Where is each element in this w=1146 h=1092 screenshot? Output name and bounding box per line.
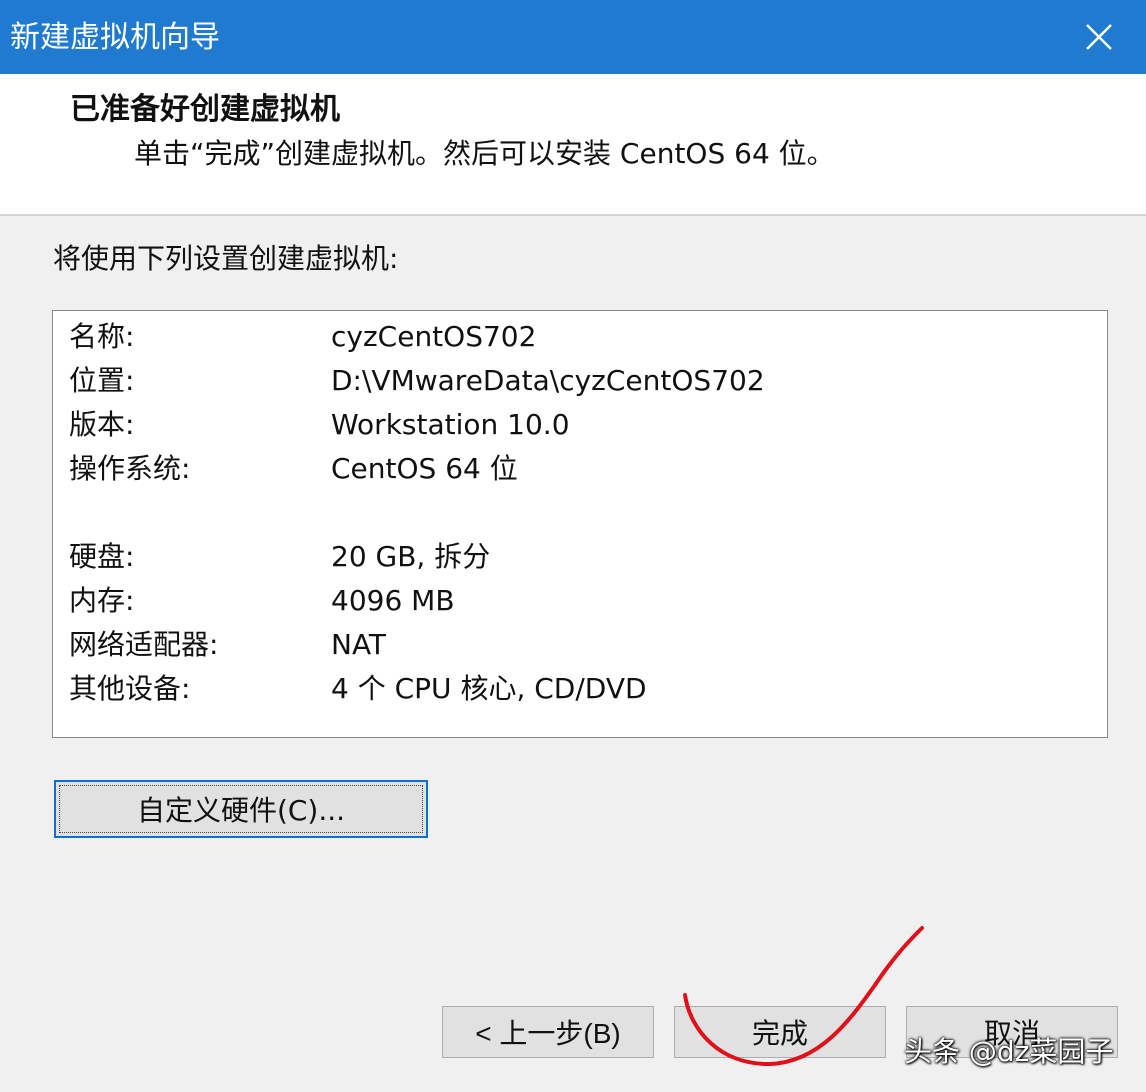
- window-title: 新建虚拟机向导: [10, 20, 220, 55]
- focus-ring: [59, 785, 423, 833]
- customize-hardware-button[interactable]: 自定义硬件(C)...: [54, 780, 428, 838]
- summary-value: cyzCentOS702: [331, 320, 537, 353]
- close-icon: [1086, 24, 1112, 50]
- settings-summary-box: 名称: cyzCentOS702 位置: D:\VMwareData\cyzCe…: [52, 310, 1108, 738]
- summary-value: 20 GB, 拆分: [331, 540, 491, 573]
- title-bar[interactable]: 新建虚拟机向导: [0, 0, 1146, 74]
- summary-key: 硬盘:: [69, 540, 135, 573]
- body-panel: 将使用下列设置创建虚拟机: 名称: cyzCentOS702 位置: D:\VM…: [0, 216, 1146, 1092]
- finish-button[interactable]: 完成: [674, 1006, 886, 1058]
- summary-value: D:\VMwareData\cyzCentOS702: [331, 364, 765, 397]
- header-panel: 已准备好创建虚拟机 单击“完成”创建虚拟机。然后可以安装 CentOS 64 位…: [0, 74, 1146, 216]
- summary-row: 版本: Workstation 10.0: [69, 405, 1089, 445]
- summary-row: 网络适配器: NAT: [69, 625, 1089, 665]
- back-button-label: < 上一步(B): [475, 1018, 621, 1049]
- new-vm-wizard-dialog: 新建虚拟机向导 已准备好创建虚拟机 单击“完成”创建虚拟机。然后可以安装 Cen…: [0, 0, 1146, 1092]
- summary-row: 位置: D:\VMwareData\cyzCentOS702: [69, 361, 1089, 401]
- summary-key: 操作系统:: [69, 452, 191, 485]
- summary-key: 版本:: [69, 408, 135, 441]
- page-subtitle: 单击“完成”创建虚拟机。然后可以安装 CentOS 64 位。: [134, 137, 835, 170]
- summary-value: NAT: [331, 628, 387, 661]
- back-button[interactable]: < 上一步(B): [442, 1006, 654, 1058]
- summary-key: 内存:: [69, 584, 135, 617]
- watermark: 头条 @dz菜园子: [904, 1035, 1114, 1068]
- summary-key: 网络适配器:: [69, 628, 219, 661]
- summary-row: 操作系统: CentOS 64 位: [69, 449, 1089, 489]
- intro-label: 将使用下列设置创建虚拟机:: [53, 242, 399, 275]
- finish-button-label: 完成: [751, 1018, 808, 1049]
- summary-key: 其他设备:: [69, 672, 191, 705]
- close-button[interactable]: [1078, 16, 1120, 58]
- page-title: 已准备好创建虚拟机: [70, 92, 340, 127]
- summary-value: 4096 MB: [331, 584, 455, 617]
- summary-value: 4 个 CPU 核心, CD/DVD: [331, 672, 647, 705]
- summary-key: 名称:: [69, 320, 135, 353]
- summary-key: 位置:: [69, 364, 135, 397]
- summary-row: 内存: 4096 MB: [69, 581, 1089, 621]
- summary-row: 名称: cyzCentOS702: [69, 317, 1089, 357]
- summary-row: 硬盘: 20 GB, 拆分: [69, 537, 1089, 577]
- summary-row: 其他设备: 4 个 CPU 核心, CD/DVD: [69, 669, 1089, 709]
- summary-value: CentOS 64 位: [331, 452, 518, 485]
- summary-value: Workstation 10.0: [331, 408, 570, 441]
